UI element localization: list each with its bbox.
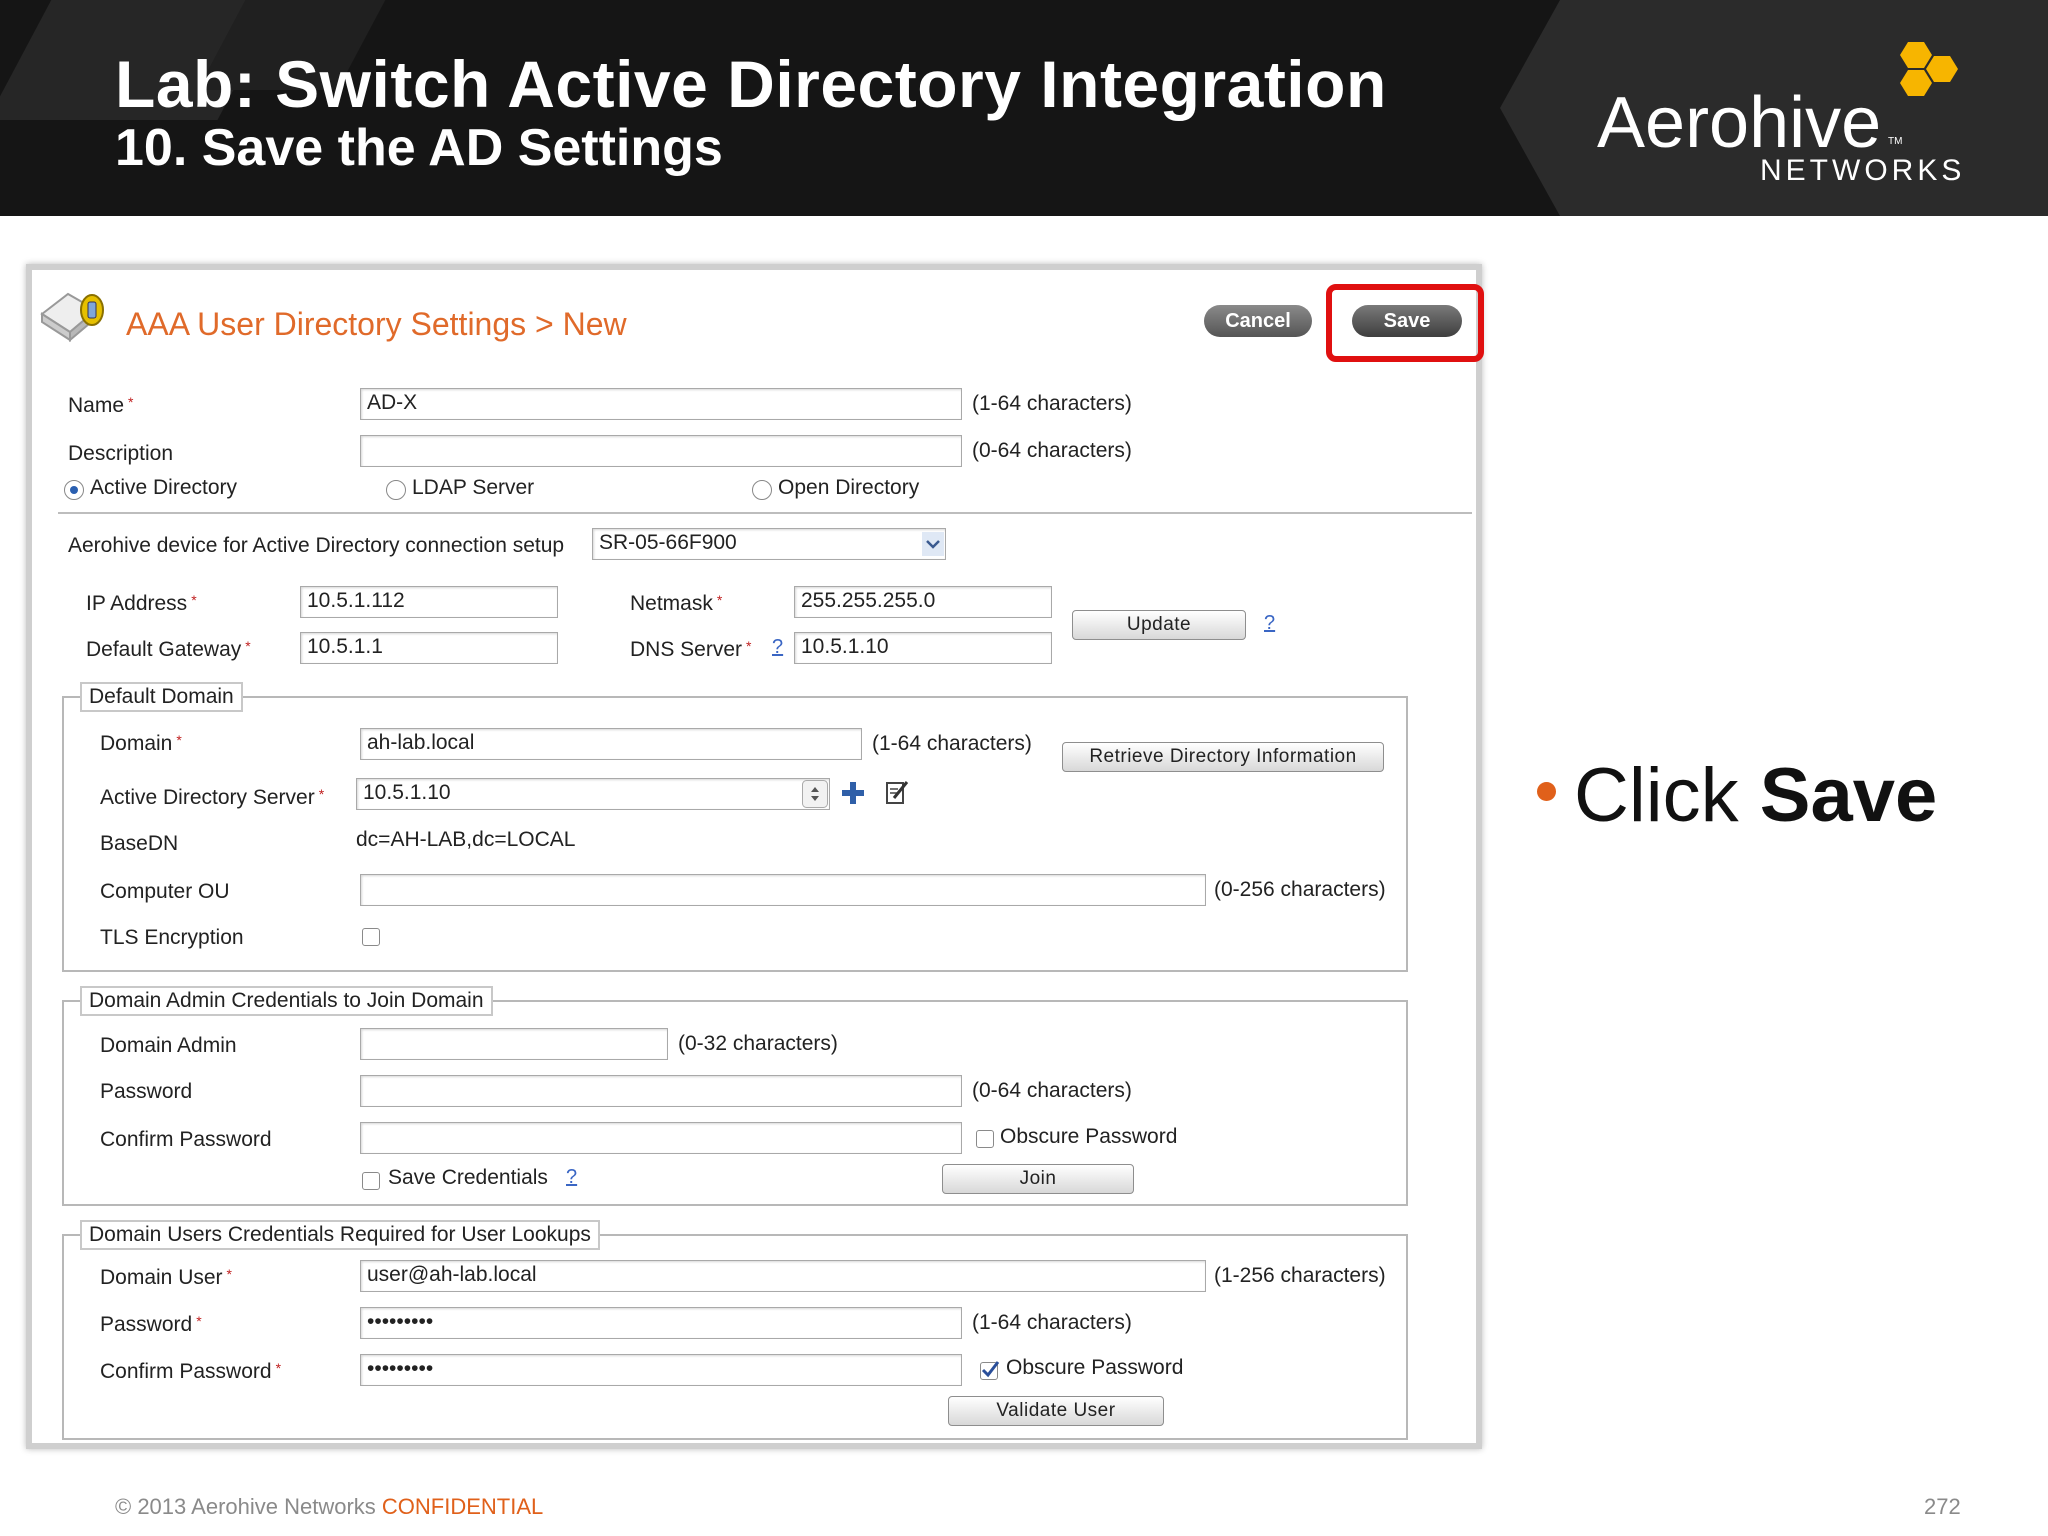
directory-settings-icon [40,292,104,343]
validate-user-button[interactable]: Validate User [948,1396,1164,1426]
spinner-arrows-icon[interactable] [802,780,828,808]
admin-confirm-label: Confirm Password [100,1128,272,1151]
device-select[interactable]: SR-05-66F900 [592,528,946,560]
user-password-input[interactable]: ••••••••• [360,1307,962,1339]
admin-credentials-legend: Domain Admin Credentials to Join Domain [80,986,493,1016]
brand-trademark: TM [1888,136,1903,147]
domain-input[interactable]: ah-lab.local [360,728,862,760]
save-highlight-box [1326,284,1484,362]
admin-obscure-label: Obscure Password [1000,1125,1178,1148]
default-gateway-input[interactable]: 10.5.1.1 [300,632,558,664]
ad-server-label: Active Directory Server * [100,786,325,809]
ad-server-input[interactable]: 10.5.1.10 [356,778,830,810]
dns-server-label: DNS Server * [630,638,752,661]
admin-confirm-input[interactable] [360,1122,962,1154]
instruction-bullet: Click Save [1574,753,1938,838]
description-label: Description [68,442,174,465]
dropdown-chevron-icon[interactable] [922,532,944,556]
default-domain-legend: Default Domain [80,682,243,712]
user-password-label: Password * [100,1313,202,1336]
domain-hint: (1-64 characters) [872,732,1032,755]
computer-ou-label: Computer OU [100,880,230,903]
radio-open-directory-label: Open Directory [778,476,920,499]
dns-help-link[interactable]: ? [772,636,783,659]
brand-name: Aerohive [1597,83,1882,163]
dns-server-input[interactable]: 10.5.1.10 [794,632,1052,664]
cancel-button[interactable]: Cancel [1204,305,1312,337]
radio-ldap-server-label: LDAP Server [412,476,535,499]
user-obscure-label: Obscure Password [1006,1356,1184,1379]
domain-user-input[interactable]: user@ah-lab.local [360,1260,1206,1292]
ip-address-input[interactable]: 10.5.1.112 [300,586,558,618]
basedn-value: dc=AH-LAB,dc=LOCAL [356,828,576,851]
radio-active-directory-label: Active Directory [90,476,238,499]
slide-title: Lab: Switch Active Directory Integration [115,47,1387,121]
add-plus-icon[interactable] [840,780,866,806]
radio-active-directory[interactable] [64,480,84,500]
slide-subtitle: 10. Save the AD Settings [115,119,723,177]
description-hint: (0-64 characters) [972,439,1132,462]
brand-subtitle: NETWORKS [1760,154,1966,187]
admin-obscure-checkbox[interactable] [976,1130,994,1148]
tls-checkbox[interactable] [362,928,380,946]
retrieve-directory-button[interactable]: Retrieve Directory Information [1062,742,1384,772]
admin-password-hint: (0-64 characters) [972,1079,1132,1102]
tls-label: TLS Encryption [100,926,244,949]
ip-address-label: IP Address * [86,592,197,615]
computer-ou-input[interactable] [360,874,1206,906]
divider [58,512,1472,514]
slide-header: Lab: Switch Active Directory Integration… [0,0,2048,216]
join-button[interactable]: Join [942,1164,1134,1194]
user-confirm-input[interactable]: ••••••••• [360,1354,962,1386]
name-label: Name * [68,394,134,417]
device-label: Aerohive device for Active Directory con… [68,534,565,557]
radio-ldap-server[interactable] [386,480,406,500]
user-credentials-legend: Domain Users Credentials Required for Us… [80,1220,600,1250]
domain-label: Domain * [100,732,182,755]
description-input[interactable] [360,435,962,467]
user-password-hint: (1-64 characters) [972,1311,1132,1334]
netmask-label: Netmask * [630,592,723,615]
domain-admin-input[interactable] [360,1028,668,1060]
edit-icon[interactable] [884,778,910,806]
name-input[interactable]: AD-X [360,388,962,420]
domain-admin-label: Domain Admin [100,1034,237,1057]
footer-copyright: © 2013 Aerohive Networks CONFIDENTIAL [115,1494,544,1519]
bullet-dot [1537,782,1556,801]
user-obscure-checkbox[interactable] [980,1361,1000,1380]
radio-open-directory[interactable] [752,480,772,500]
computer-ou-hint: (0-256 characters) [1214,878,1386,901]
domain-user-label: Domain User * [100,1266,232,1289]
domain-user-hint: (1-256 characters) [1214,1264,1386,1287]
netmask-input[interactable]: 255.255.255.0 [794,586,1052,618]
admin-password-input[interactable] [360,1075,962,1107]
admin-password-label: Password [100,1080,193,1103]
save-credentials-label: Save Credentials [388,1166,548,1189]
page-number: 272 [1924,1494,1961,1519]
aerohive-logo-icon [1900,42,1958,96]
name-hint: (1-64 characters) [972,392,1132,415]
domain-admin-hint: (0-32 characters) [678,1032,838,1055]
save-credentials-help-link[interactable]: ? [566,1166,577,1189]
save-credentials-checkbox[interactable] [362,1172,380,1190]
basedn-label: BaseDN [100,832,179,855]
user-confirm-label: Confirm Password * [100,1360,282,1383]
update-button[interactable]: Update [1072,610,1246,640]
aaa-settings-panel: AAA User Directory Settings > New Cancel… [26,264,1482,1449]
default-gateway-label: Default Gateway * [86,638,251,661]
update-help-link[interactable]: ? [1264,612,1275,635]
panel-title: AAA User Directory Settings > New [126,306,627,342]
checkmark-icon [981,1361,1000,1378]
